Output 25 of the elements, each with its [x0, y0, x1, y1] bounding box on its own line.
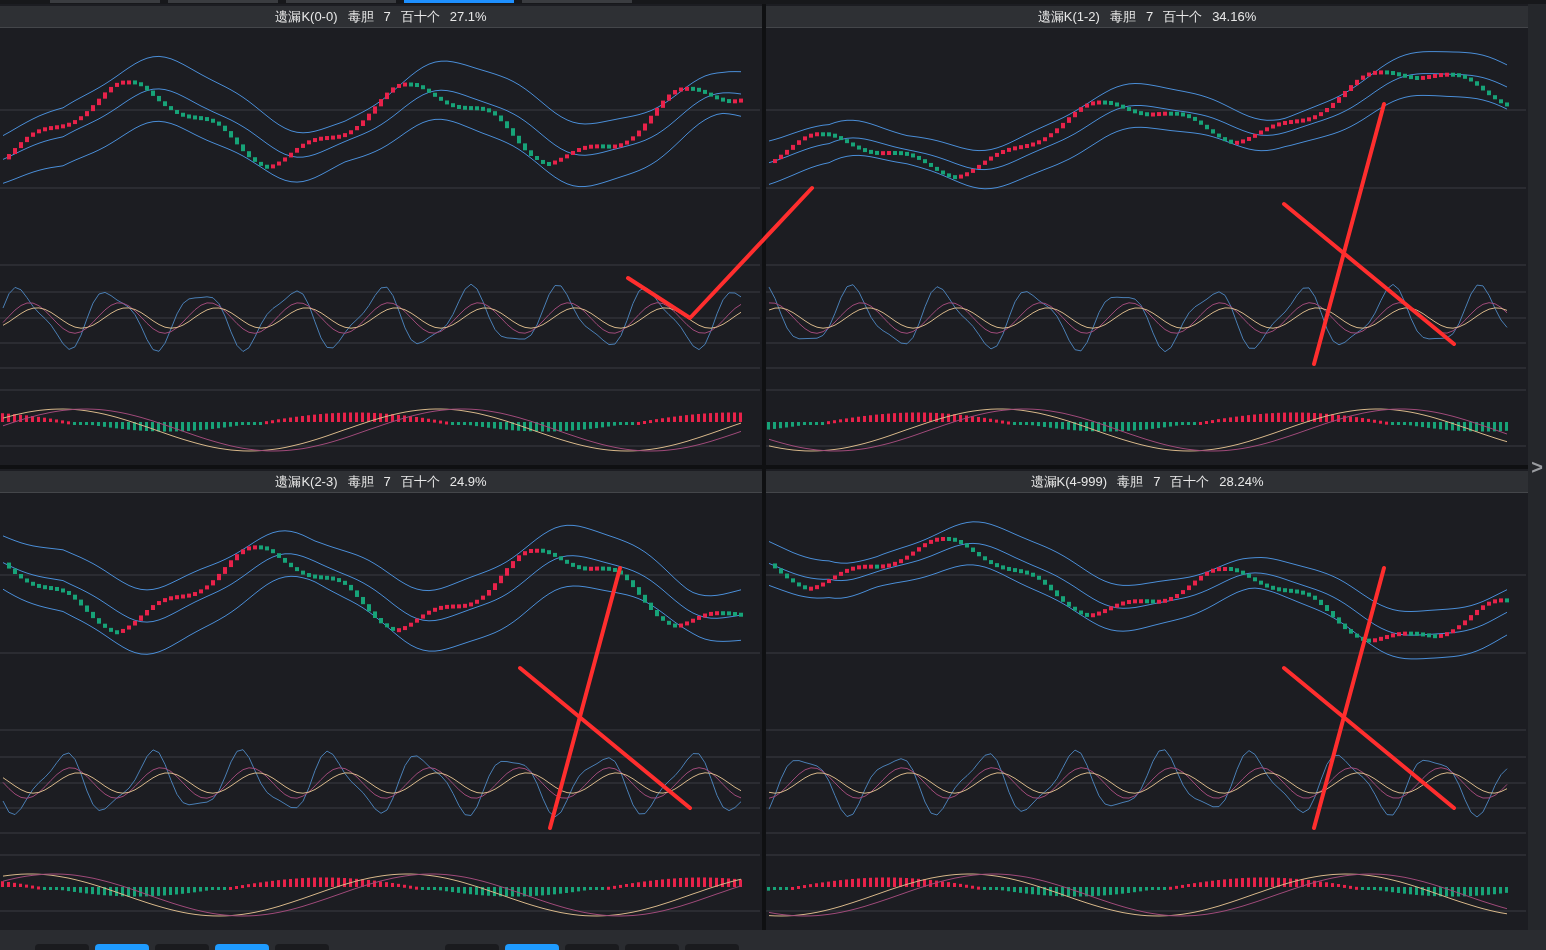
panel-count: 7 [1153, 472, 1161, 491]
panel-label: 毒胆 [347, 7, 374, 26]
panel-digits: 百十个 [1163, 7, 1203, 26]
panel-title: 遗漏K(4-999) [1030, 472, 1108, 491]
panel-rate: 28.24% [1219, 472, 1264, 491]
bottom-tab[interactable] [505, 944, 559, 950]
bottom-tab[interactable] [215, 944, 269, 950]
panel-digits: 百十个 [1170, 472, 1210, 491]
panel-count: 7 [383, 7, 391, 26]
panel-title: 遗漏K(0-0) [275, 7, 338, 26]
bottom-tab[interactable] [95, 944, 149, 950]
panel-label: 毒胆 [347, 472, 374, 491]
panel-label: 毒胆 [1109, 7, 1136, 26]
panel-title: 遗漏K(1-2) [1037, 7, 1100, 26]
panel-rate: 34.16% [1212, 7, 1257, 26]
panel-rate: 27.1% [449, 7, 487, 26]
panel-count: 7 [1145, 7, 1154, 26]
panel-digits: 百十个 [400, 7, 440, 26]
panel-count: 7 [383, 472, 391, 491]
panel-label: 毒胆 [1117, 472, 1144, 491]
panel-digits: 百十个 [400, 472, 440, 491]
top-tab[interactable] [404, 0, 514, 3]
panel-title: 遗漏K(2-3) [275, 472, 338, 491]
panel-rate: 24.9% [449, 472, 487, 491]
side-arrow[interactable]: > [1531, 452, 1543, 482]
